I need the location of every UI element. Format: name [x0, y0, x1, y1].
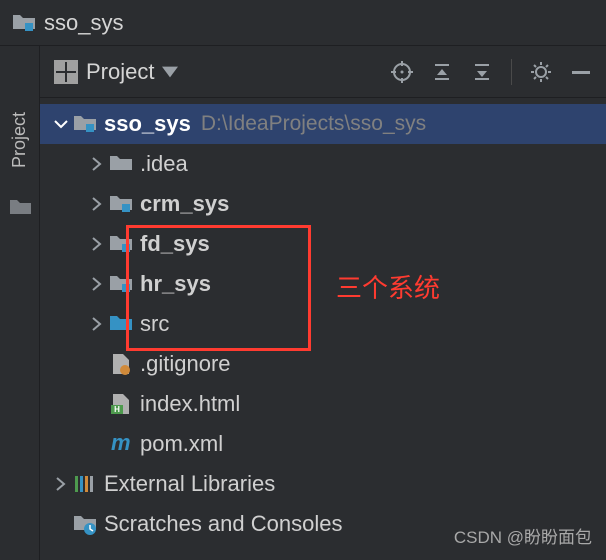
tree-node-crm[interactable]: crm_sys	[40, 184, 606, 224]
project-tree[interactable]: sso_sys D:\IdeaProjects\sso_sys .idea cr…	[40, 98, 606, 550]
tree-label: .gitignore	[140, 351, 231, 377]
window-title: sso_sys	[44, 10, 123, 36]
tree-node-idea[interactable]: .idea	[40, 144, 606, 184]
chevron-right-icon[interactable]	[86, 237, 108, 251]
tree-label: Scratches and Consoles	[104, 511, 342, 537]
tree-node-hr[interactable]: hr_sys	[40, 264, 606, 304]
tree-node-fd[interactable]: fd_sys	[40, 224, 606, 264]
settings-button[interactable]	[530, 61, 552, 83]
tree-node-external-libs[interactable]: External Libraries	[40, 464, 606, 504]
module-icon	[108, 192, 134, 216]
maven-file-icon	[108, 432, 134, 456]
select-opened-file-button[interactable]	[391, 61, 413, 83]
library-icon	[72, 472, 98, 496]
file-icon	[108, 352, 134, 376]
tree-label: crm_sys	[140, 191, 229, 217]
project-view-label: Project	[86, 59, 154, 85]
folder-icon	[108, 152, 134, 176]
tree-node-pom[interactable]: pom.xml	[40, 424, 606, 464]
tree-node-gitignore[interactable]: .gitignore	[40, 344, 606, 384]
scratches-icon	[72, 512, 98, 536]
module-icon	[108, 232, 134, 256]
tree-label: src	[140, 311, 169, 337]
tree-node-index[interactable]: index.html	[40, 384, 606, 424]
hide-button[interactable]	[570, 61, 592, 83]
title-bar: sso_sys	[0, 0, 606, 46]
tool-window-bar: Project	[0, 46, 40, 560]
tree-path: D:\IdeaProjects\sso_sys	[201, 112, 426, 136]
chevron-right-icon[interactable]	[86, 157, 108, 171]
project-view-icon	[54, 60, 78, 84]
chevron-right-icon[interactable]	[50, 477, 72, 491]
tree-label: index.html	[140, 391, 240, 417]
chevron-right-icon[interactable]	[86, 277, 108, 291]
structure-tool-icon[interactable]	[9, 196, 31, 218]
chevron-right-icon[interactable]	[86, 317, 108, 331]
project-tool-window: Project sso_sys D:\IdeaProjects\sso_sys …	[40, 46, 606, 560]
chevron-down-icon	[162, 64, 178, 80]
tree-node-root[interactable]: sso_sys D:\IdeaProjects\sso_sys	[40, 104, 606, 144]
annotation-text: 三个系统	[336, 268, 440, 305]
project-tool-tab[interactable]: Project	[7, 106, 32, 174]
source-folder-icon	[108, 312, 134, 336]
tree-label: pom.xml	[140, 431, 223, 457]
tree-label: hr_sys	[140, 271, 211, 297]
html-file-icon	[108, 392, 134, 416]
project-toolbar: Project	[40, 46, 606, 98]
tree-label: sso_sys	[104, 111, 191, 137]
tree-label: External Libraries	[104, 471, 275, 497]
chevron-down-icon[interactable]	[50, 117, 72, 131]
module-icon	[108, 272, 134, 296]
collapse-all-button[interactable]	[471, 61, 493, 83]
project-view-selector[interactable]: Project	[54, 59, 178, 85]
module-icon	[12, 11, 36, 35]
watermark: CSDN @盼盼面包	[454, 523, 592, 548]
tree-node-src[interactable]: src	[40, 304, 606, 344]
chevron-right-icon[interactable]	[86, 197, 108, 211]
tree-label: .idea	[140, 151, 188, 177]
expand-all-button[interactable]	[431, 61, 453, 83]
separator	[511, 59, 512, 85]
tree-label: fd_sys	[140, 231, 210, 257]
module-icon	[72, 112, 98, 136]
